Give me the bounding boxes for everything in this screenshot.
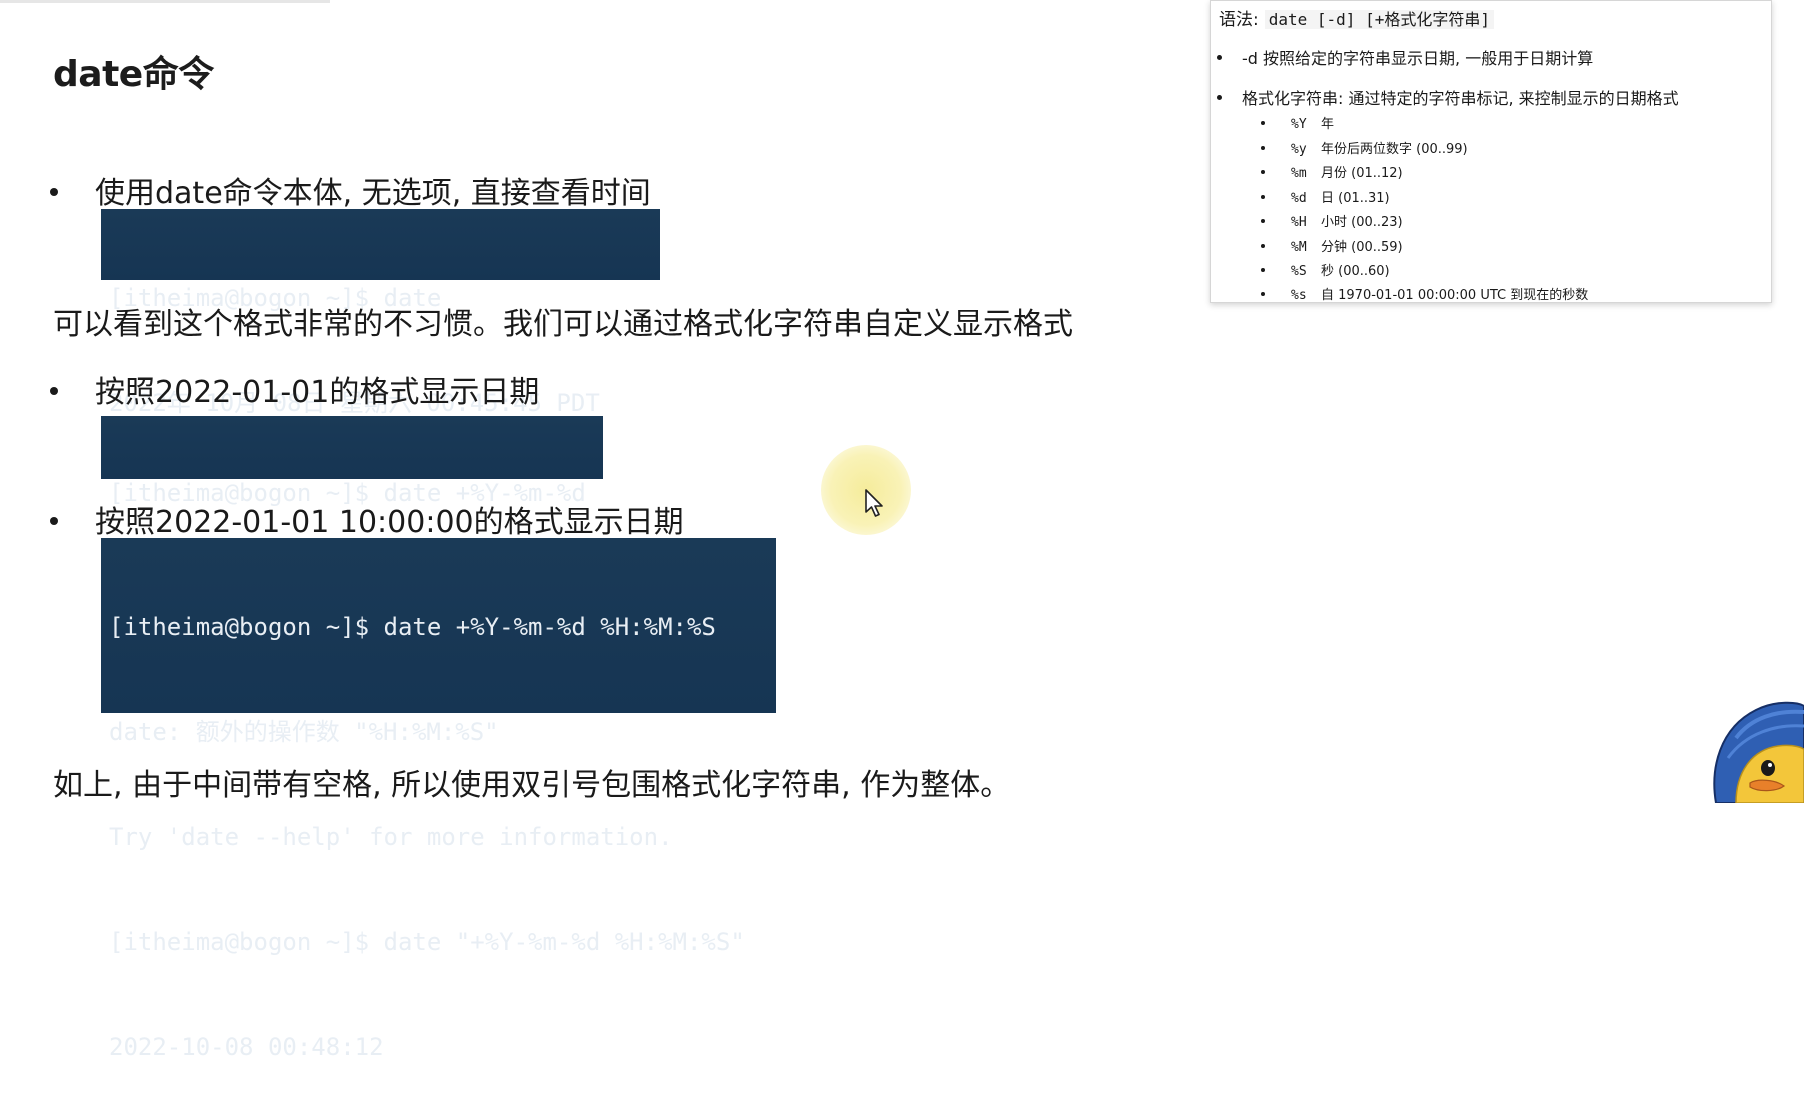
duck-mascot-icon bbox=[1713, 701, 1804, 803]
terminal-line: 2022-10-08 00:48:12 bbox=[109, 1033, 384, 1061]
format-desc: 日 (01..31) bbox=[1321, 191, 1390, 206]
terminal-line: [itheima@bogon ~]$ date "+%Y-%m-%d %H:%M… bbox=[109, 928, 745, 956]
format-item-m: %m 月份 (01..12) bbox=[1261, 162, 1403, 181]
bullet-dot bbox=[1261, 120, 1265, 125]
terminal-line: Try 'date --help' for more information. bbox=[109, 823, 673, 851]
format-item-S: %S 秒 (00..60) bbox=[1261, 260, 1390, 279]
format-code: %M bbox=[1291, 240, 1307, 255]
bullet-dot bbox=[50, 516, 58, 525]
bullet-dot bbox=[1261, 267, 1265, 272]
bullet-dot bbox=[1261, 218, 1265, 223]
format-item-s: %s 自 1970-01-01 00:00:00 UTC 到现在的秒数 bbox=[1261, 284, 1589, 303]
format-code: %d bbox=[1291, 191, 1307, 206]
format-item-H: %H 小时 (00..23) bbox=[1261, 211, 1403, 230]
format-item-y: %y 年份后两位数字 (00..99) bbox=[1261, 138, 1468, 157]
mouse-pointer-icon bbox=[865, 489, 883, 517]
format-code: %Y bbox=[1291, 117, 1307, 132]
page-title: date命令 bbox=[53, 54, 214, 95]
format-code: %S bbox=[1291, 264, 1307, 279]
paragraph-note-quotes: 如上, 由于中间带有空格, 所以使用双引号包围格式化字符串, 作为整体。 bbox=[53, 768, 1011, 803]
terminal-line: [itheima@bogon ~]$ date +%Y-%m-%d %H:%M:… bbox=[109, 613, 716, 641]
reference-item-format-string: 格式化字符串: 通过特定的字符串标记, 来控制显示的日期格式 bbox=[1217, 85, 1679, 109]
bullet-text: 使用date命令本体, 无选项, 直接查看时间 bbox=[95, 176, 651, 211]
terminal-block-1: [itheima@bogon ~]$ date 2022年 10月 08日 星期… bbox=[101, 209, 660, 417]
format-desc: 小时 (00..23) bbox=[1321, 215, 1403, 230]
reference-item-d-option: -d 按照给定的字符串显示日期, 一般用于日期计算 bbox=[1217, 45, 1593, 69]
bullet-item-datetime-format: 按照2022-01-01 10:00:00的格式显示日期 bbox=[50, 497, 684, 541]
top-edge-strip bbox=[0, 0, 330, 3]
format-desc: 月份 (01..12) bbox=[1321, 166, 1403, 181]
terminal-block-2: [itheima@bogon ~]$ date +%Y-%m-%d 2022-1… bbox=[101, 416, 603, 597]
bullet-dot bbox=[1261, 169, 1265, 174]
format-desc: 年份后两位数字 (00..99) bbox=[1321, 142, 1468, 157]
bullet-dot bbox=[50, 386, 58, 395]
format-desc: 秒 (00..60) bbox=[1321, 264, 1390, 279]
format-item-d: %d 日 (01..31) bbox=[1261, 187, 1390, 206]
format-desc: 分钟 (00..59) bbox=[1321, 240, 1403, 255]
format-item-M: %M 分钟 (00..59) bbox=[1261, 236, 1403, 255]
bullet-dot bbox=[1261, 145, 1265, 150]
bullet-dot bbox=[50, 187, 58, 196]
format-desc: 自 1970-01-01 00:00:00 UTC 到现在的秒数 bbox=[1321, 288, 1589, 303]
paragraph-note-format: 可以看到这个格式非常的不习惯。我们可以通过格式化字符串自定义显示格式 bbox=[53, 307, 1073, 342]
bullet-dot bbox=[1261, 291, 1265, 296]
bullet-dot bbox=[1217, 55, 1222, 60]
format-code: %H bbox=[1291, 215, 1307, 230]
format-code: %m bbox=[1291, 166, 1307, 181]
bullet-text: 按照2022-01-01的格式显示日期 bbox=[95, 375, 540, 410]
format-code: %y bbox=[1291, 142, 1307, 157]
syntax-label: 语法: bbox=[1219, 10, 1259, 30]
terminal-line: date: 额外的操作数 "%H:%M:%S" bbox=[109, 718, 499, 746]
syntax-reference-panel: 语法: date [-d] [+格式化字符串] -d 按照给定的字符串显示日期, … bbox=[1210, 0, 1772, 303]
syntax-code: date [-d] [+格式化字符串] bbox=[1264, 10, 1494, 29]
bullet-text: 按照2022-01-01 10:00:00的格式显示日期 bbox=[95, 505, 684, 540]
reference-item-text: 格式化字符串: 通过特定的字符串标记, 来控制显示的日期格式 bbox=[1242, 89, 1679, 108]
bullet-item-plain-date: 使用date命令本体, 无选项, 直接查看时间 bbox=[50, 168, 651, 212]
format-desc: 年 bbox=[1321, 117, 1335, 132]
format-item-Y: %Y 年 bbox=[1261, 113, 1334, 132]
terminal-block-3: [itheima@bogon ~]$ date +%Y-%m-%d %H:%M:… bbox=[101, 538, 776, 1061]
bullet-dot bbox=[1217, 95, 1222, 100]
bullet-item-date-format: 按照2022-01-01的格式显示日期 bbox=[50, 367, 539, 411]
reference-item-text: -d 按照给定的字符串显示日期, 一般用于日期计算 bbox=[1242, 49, 1594, 68]
bullet-dot bbox=[1261, 194, 1265, 199]
bullet-dot bbox=[1261, 243, 1265, 248]
format-code: %s bbox=[1291, 288, 1307, 303]
syntax-line: 语法: date [-d] [+格式化字符串] bbox=[1219, 5, 1494, 30]
